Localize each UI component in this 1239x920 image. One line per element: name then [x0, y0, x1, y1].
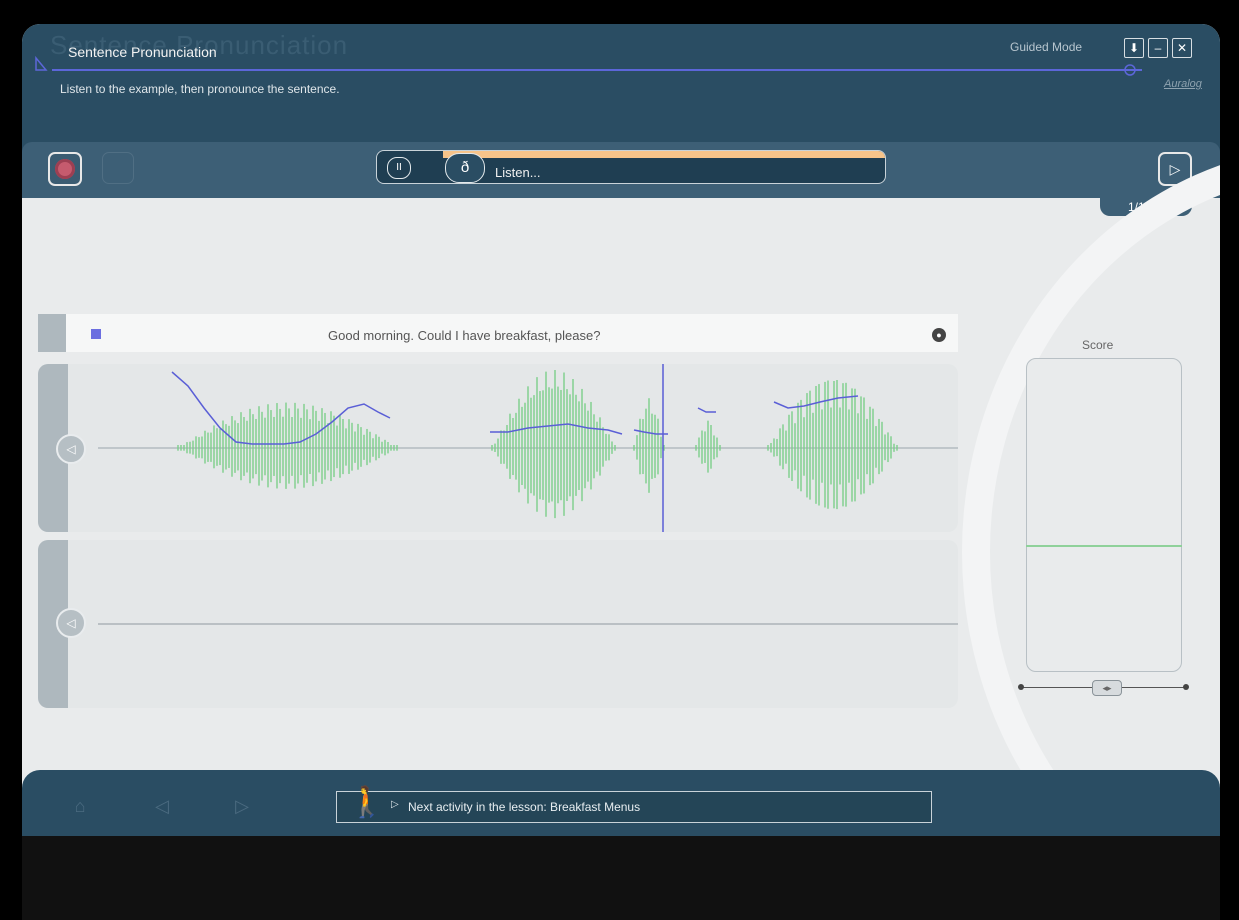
- forward-icon[interactable]: ▷: [228, 792, 256, 820]
- score-label: Score: [1082, 338, 1114, 352]
- back-icon[interactable]: ◁: [148, 792, 176, 820]
- minimize-icon[interactable]: –: [1148, 38, 1168, 58]
- app-window: Sentence Pronunciation Sentence Pronunci…: [22, 24, 1220, 920]
- next-activity-text: Next activity in the lesson: Breakfast M…: [408, 800, 641, 814]
- close-icon[interactable]: ✕: [1172, 38, 1192, 58]
- play-arrow-icon: ▷: [391, 799, 399, 810]
- home-icon[interactable]: ⌂: [66, 792, 94, 820]
- slider-max-dot: [1183, 684, 1189, 690]
- brand-logo: Auralog: [1164, 78, 1202, 90]
- model-waveform: [98, 364, 958, 532]
- ear-icon: ð: [460, 159, 470, 176]
- status-text: Listen...: [495, 165, 541, 180]
- instruction-text: Listen to the example, then pronounce th…: [60, 82, 340, 96]
- listen-button[interactable]: ð: [445, 153, 485, 183]
- user-recording-panel: ◁: [38, 540, 958, 708]
- slider-thumb[interactable]: ◂▸: [1092, 680, 1122, 696]
- user-waveform: [98, 623, 958, 625]
- next-icon: ▷: [1169, 161, 1181, 177]
- header: Sentence Pronunciation Sentence Pronunci…: [22, 24, 1220, 142]
- slider-min-dot: [1018, 684, 1024, 690]
- score-level-line: [1026, 545, 1182, 547]
- footer-strip: [22, 836, 1220, 920]
- playback-progress: [443, 151, 885, 158]
- record-button[interactable]: [48, 152, 82, 186]
- download-icon[interactable]: ⬇: [1124, 38, 1144, 58]
- pitch-curve: [697, 407, 716, 413]
- page-title: Sentence Pronunciation: [68, 44, 217, 60]
- pause-icon: II: [396, 162, 402, 173]
- record-icon: [55, 159, 75, 179]
- sentence-marker-icon: [91, 329, 101, 339]
- audio-player: II ð Listen...: [376, 150, 886, 184]
- sentence-grip: [38, 314, 66, 352]
- pause-button[interactable]: II: [387, 157, 411, 179]
- walker-icon: 🚶: [348, 786, 386, 819]
- guided-mode-label: Guided Mode: [1010, 40, 1083, 54]
- sentence-info-icon[interactable]: ●: [932, 328, 946, 342]
- sentence-text: Good morning. Could I have breakfast, pl…: [328, 328, 601, 343]
- model-waveform-panel: ◁: [38, 364, 958, 532]
- disabled-button: [102, 152, 134, 184]
- score-box: [1026, 358, 1182, 672]
